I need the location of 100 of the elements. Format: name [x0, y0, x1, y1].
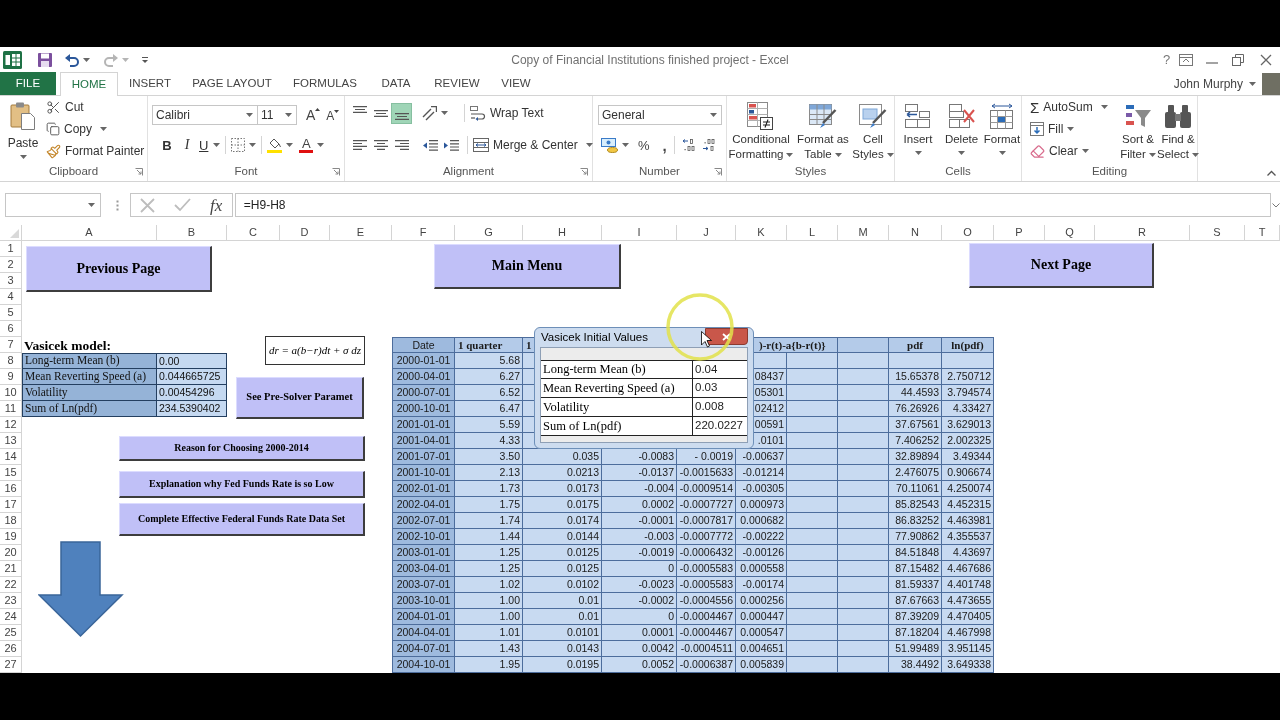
row-header[interactable]: 24	[0, 609, 22, 625]
column-header[interactable]: R	[1095, 225, 1190, 240]
font-name-dropdown[interactable]: Calibri	[152, 105, 258, 125]
spreadsheet-app-icon[interactable]	[3, 50, 22, 69]
column-header[interactable]: P	[994, 225, 1045, 240]
dialog-launcher-icon[interactable]	[332, 168, 340, 176]
macro-button[interactable]: Main Menu	[434, 244, 621, 289]
cell-styles-button[interactable]: Cell Styles	[851, 96, 895, 163]
row-header[interactable]: 18	[0, 513, 22, 529]
column-header[interactable]: S	[1190, 225, 1245, 240]
macro-button[interactable]: See Pre-Solver Paramet	[236, 377, 364, 419]
user-name[interactable]: John Murphy	[1173, 77, 1243, 90]
shrink-font-button[interactable]: A	[326, 110, 340, 122]
macro-button[interactable]: Next Page	[969, 243, 1154, 288]
sort-filter-button[interactable]: Sort & Filter	[1118, 96, 1158, 163]
row-header[interactable]: 15	[0, 465, 22, 481]
column-header[interactable]: T	[1245, 225, 1280, 240]
ribbon-tab[interactable]: HOME	[60, 72, 118, 96]
row-header[interactable]: 23	[0, 593, 22, 609]
column-header[interactable]: C	[227, 225, 280, 240]
delete-cells-button[interactable]: Delete	[941, 96, 982, 163]
column-header[interactable]: N	[889, 225, 942, 240]
orientation-button[interactable]	[422, 103, 448, 123]
number-format-dropdown[interactable]: General	[598, 105, 722, 125]
row-header[interactable]: 16	[0, 481, 22, 497]
column-header[interactable]: D	[280, 225, 330, 240]
row-header[interactable]: 3	[0, 273, 22, 289]
insert-cells-button[interactable]: Insert	[895, 96, 941, 163]
column-header[interactable]: Q	[1045, 225, 1095, 240]
row-header[interactable]: 6	[0, 321, 22, 337]
bottom-align-button[interactable]	[391, 102, 412, 124]
borders-button[interactable]	[231, 135, 257, 155]
macro-button[interactable]: Complete Effective Federal Funds Rate Data Set	[119, 503, 365, 536]
fill-button[interactable]: Fill	[1030, 118, 1118, 140]
row-header[interactable]: 21	[0, 561, 22, 577]
wrap-text-button[interactable]: Wrap Text	[470, 103, 544, 123]
macro-button[interactable]: Previous Page	[26, 246, 212, 292]
italic-button[interactable]: I	[177, 135, 197, 155]
format-cells-button[interactable]: Format	[982, 96, 1022, 163]
cut-button[interactable]: Cut	[46, 96, 145, 118]
column-header[interactable]: A	[22, 225, 157, 240]
paste-button[interactable]: Paste	[0, 96, 46, 163]
row-header[interactable]: 1	[0, 241, 22, 257]
undo-icon[interactable]	[64, 52, 80, 67]
column-header[interactable]: B	[157, 225, 227, 240]
column-header[interactable]: K	[736, 225, 787, 240]
close-icon[interactable]	[1260, 53, 1273, 66]
row-header[interactable]: 22	[0, 577, 22, 593]
copy-button[interactable]: Copy	[46, 118, 145, 140]
ribbon-display-icon[interactable]	[1179, 53, 1194, 66]
dialog-launcher-icon[interactable]	[135, 168, 143, 176]
save-icon[interactable]	[37, 51, 53, 68]
restore-icon[interactable]	[1232, 53, 1245, 66]
merge-center-button[interactable]: Merge & Center	[473, 135, 593, 155]
row-header[interactable]: 17	[0, 497, 22, 513]
conditional-formatting-button[interactable]: Conditional Formatting	[727, 96, 795, 163]
formula-input[interactable]: =H9-H8	[234, 193, 1271, 217]
row-header[interactable]: 26	[0, 641, 22, 657]
underline-button[interactable]: U	[199, 135, 221, 155]
ribbon-tab[interactable]: FORMULAS	[282, 72, 368, 95]
macro-button[interactable]: Explanation why Fed Funds Rate is so Low	[119, 471, 365, 498]
row-header[interactable]: 14	[0, 449, 22, 465]
column-header[interactable]: I	[602, 225, 677, 240]
insert-function-button[interactable]: fx	[210, 196, 223, 214]
column-header[interactable]: F	[392, 225, 455, 240]
ribbon-tab[interactable]: PAGE LAYOUT	[182, 72, 282, 95]
check-icon[interactable]	[174, 198, 192, 212]
column-header[interactable]: G	[455, 225, 523, 240]
macro-button[interactable]: Reason for Choosing 2000-2014	[119, 436, 365, 461]
comma-style-button[interactable]: ,	[660, 135, 669, 155]
column-header[interactable]: E	[330, 225, 392, 240]
percent-button[interactable]: %	[638, 135, 650, 155]
row-header[interactable]: 20	[0, 545, 22, 561]
ribbon-tab[interactable]: REVIEW	[424, 72, 490, 95]
format-painter-button[interactable]: Format Painter	[46, 140, 145, 162]
column-header[interactable]: H	[523, 225, 602, 240]
format-as-table-button[interactable]: Format as Table	[795, 96, 851, 163]
find-select-button[interactable]: Find & Select	[1158, 96, 1198, 163]
help-button[interactable]: ?	[1163, 53, 1171, 66]
row-header[interactable]: 25	[0, 625, 22, 641]
expand-formula-bar-icon[interactable]	[1272, 202, 1280, 208]
autosum-button[interactable]: Σ AutoSum	[1030, 96, 1118, 118]
accounting-format-button[interactable]	[601, 135, 629, 155]
row-header[interactable]: 2	[0, 257, 22, 273]
ribbon-tab[interactable]: INSERT	[118, 72, 182, 95]
row-header[interactable]: 7	[0, 337, 22, 353]
column-header[interactable]: M	[838, 225, 889, 240]
ribbon-tab[interactable]: VIEW	[490, 72, 542, 95]
dialog-launcher-icon[interactable]	[580, 168, 588, 176]
bold-button[interactable]: B	[157, 135, 177, 155]
row-header[interactable]: 19	[0, 529, 22, 545]
row-header[interactable]: 13	[0, 433, 22, 449]
column-header[interactable]: L	[787, 225, 838, 240]
font-color-button[interactable]: A	[299, 135, 325, 155]
row-header[interactable]: 5	[0, 305, 22, 321]
row-header[interactable]: 27	[0, 657, 22, 673]
toolbar-menu-icon[interactable]	[141, 55, 149, 64]
font-size-dropdown[interactable]: 11	[258, 105, 297, 125]
avatar-placeholder[interactable]	[1262, 72, 1280, 95]
row-header[interactable]: 12	[0, 417, 22, 433]
